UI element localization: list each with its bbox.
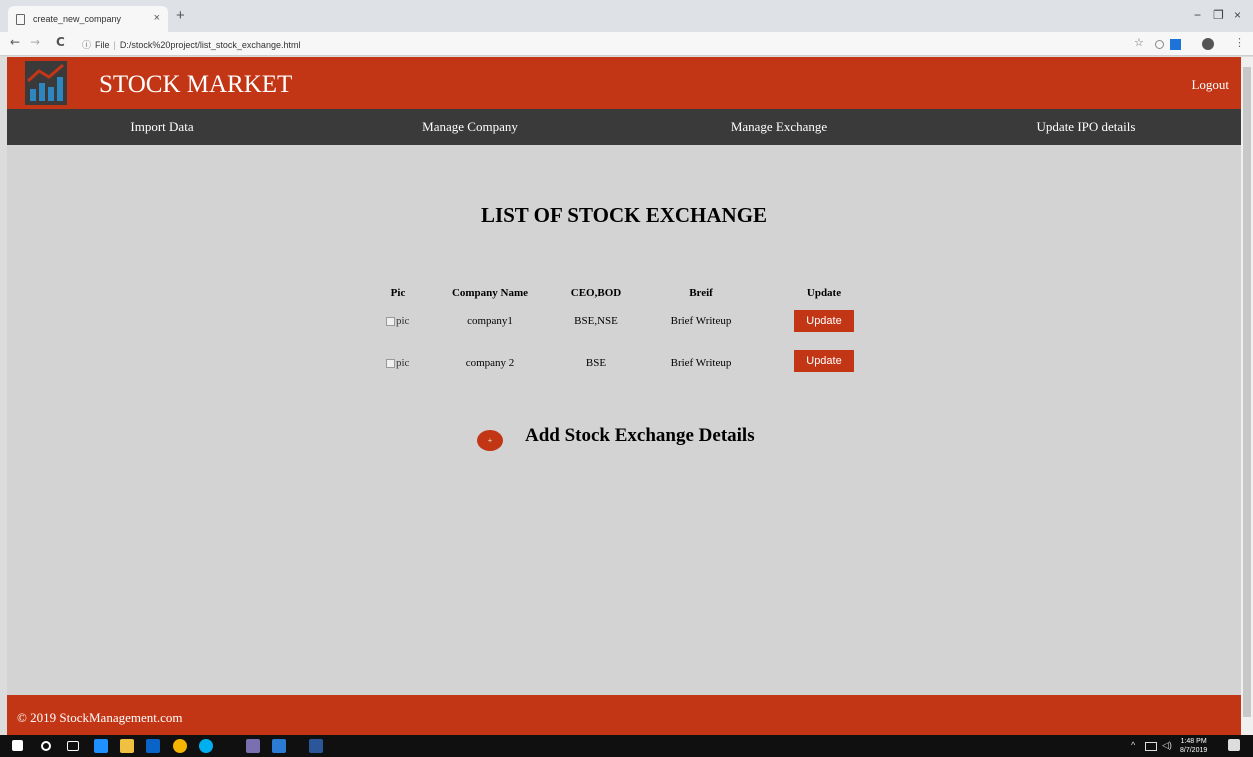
back-button[interactable]: ←: [10, 35, 20, 49]
column-header-update: Update: [806, 287, 842, 299]
clock[interactable]: 1:48 PM 8/7/2019: [1180, 737, 1207, 755]
main-nav: Import Data Manage Company Manage Exchan…: [7, 109, 1241, 145]
browser-tab-bar: create_new_company × + − ❐ ×: [0, 0, 1253, 32]
pic-alt-text: pic: [396, 357, 410, 369]
brand-title[interactable]: STOCK MARKET: [99, 71, 292, 99]
task-view-icon[interactable]: [67, 741, 79, 751]
company-name: company 2: [465, 357, 515, 369]
extension-icon[interactable]: [1155, 40, 1164, 49]
nav-manage-exchange[interactable]: Manage Exchange: [731, 119, 827, 135]
tab-close-icon[interactable]: ×: [154, 12, 160, 24]
tray-chevron-icon[interactable]: ^: [1131, 740, 1135, 750]
notification-icon[interactable]: [1228, 739, 1240, 751]
add-stock-exchange-link[interactable]: Add Stock Exchange Details: [525, 425, 755, 447]
broken-image-icon: [386, 358, 395, 368]
taskbar: ^ ◁) 1:48 PM 8/7/2019: [0, 735, 1253, 757]
page-icon: [16, 13, 25, 25]
nav-import-data[interactable]: Import Data: [130, 119, 193, 135]
url-text: D:/stock%20project/list_stock_exchange.h…: [119, 40, 301, 50]
page-title: LIST OF STOCK EXCHANGE: [480, 203, 768, 227]
outlook-icon[interactable]: [146, 739, 160, 753]
logout-link[interactable]: Logout: [1191, 77, 1229, 93]
logo: [25, 61, 67, 105]
update-button[interactable]: Update: [794, 310, 854, 332]
volume-icon[interactable]: ◁): [1162, 740, 1172, 751]
nav-update-ipo[interactable]: Update IPO details: [1037, 119, 1136, 135]
url-prefix: File: [95, 40, 110, 50]
scrollbar[interactable]: [1241, 57, 1253, 735]
address-bar: ← → C ⓘ File | D:/stock%20project/list_stoc…: [0, 32, 1253, 56]
site-footer: © 2019 StockManagement.com: [7, 695, 1241, 735]
company-name: company1: [467, 315, 513, 327]
add-icon[interactable]: +: [477, 430, 503, 451]
reload-button[interactable]: C: [56, 35, 65, 49]
minimize-button[interactable]: −: [1194, 8, 1201, 22]
close-window-button[interactable]: ×: [1234, 8, 1241, 22]
forward-button[interactable]: →: [30, 35, 40, 49]
bookmark-star-icon[interactable]: ☆: [1134, 36, 1144, 49]
column-header-company: Company Name: [451, 287, 529, 299]
update-button[interactable]: Update: [794, 350, 854, 372]
new-tab-button[interactable]: +: [176, 7, 185, 24]
app-icon[interactable]: [246, 739, 260, 753]
footer-copyright: © 2019 StockManagement.com: [17, 710, 183, 725]
url-separator: |: [113, 40, 116, 50]
ceo-bod: BSE: [585, 357, 607, 369]
brief: Brief Writeup: [670, 357, 732, 369]
windows-start-icon[interactable]: [12, 740, 23, 751]
brief: Brief Writeup: [670, 315, 732, 327]
scrollbar-thumb[interactable]: [1243, 67, 1251, 717]
browser-tab[interactable]: create_new_company ×: [8, 6, 168, 32]
vscode-icon[interactable]: [272, 739, 286, 753]
broken-image-icon: [386, 316, 395, 326]
windows-extension-icon[interactable]: [1170, 39, 1181, 50]
skype-icon[interactable]: [199, 739, 213, 753]
site-header: STOCK MARKET Logout: [7, 57, 1241, 109]
ceo-bod: BSE,NSE: [574, 315, 618, 327]
page: STOCK MARKET Logout Import Data Manage C…: [7, 57, 1241, 735]
chrome-icon[interactable]: [173, 739, 187, 753]
network-icon[interactable]: [1145, 742, 1157, 751]
restore-button[interactable]: ❐: [1213, 8, 1224, 22]
menu-icon[interactable]: ⋮: [1234, 36, 1245, 49]
nav-manage-company[interactable]: Manage Company: [422, 119, 518, 135]
chart-logo-icon: [26, 63, 64, 101]
profile-icon[interactable]: [1202, 38, 1214, 50]
edge-icon[interactable]: [94, 739, 108, 753]
tab-title: create_new_company: [33, 14, 122, 24]
url-field[interactable]: ⓘ File | D:/stock%20project/list_stock_exch…: [82, 38, 300, 51]
company-pic: pic: [386, 357, 409, 369]
column-header-brief: Breif: [689, 287, 713, 299]
clock-time: 1:48 PM: [1180, 738, 1207, 745]
pic-alt-text: pic: [396, 315, 410, 327]
word-icon[interactable]: [309, 739, 323, 753]
clock-date: 8/7/2019: [1180, 747, 1208, 754]
column-header-pic: Pic: [390, 287, 406, 299]
search-icon[interactable]: [41, 741, 51, 751]
company-pic: pic: [386, 315, 409, 327]
column-header-ceo: CEO,BOD: [570, 287, 622, 299]
info-icon[interactable]: ⓘ: [82, 40, 91, 50]
file-explorer-icon[interactable]: [120, 739, 134, 753]
